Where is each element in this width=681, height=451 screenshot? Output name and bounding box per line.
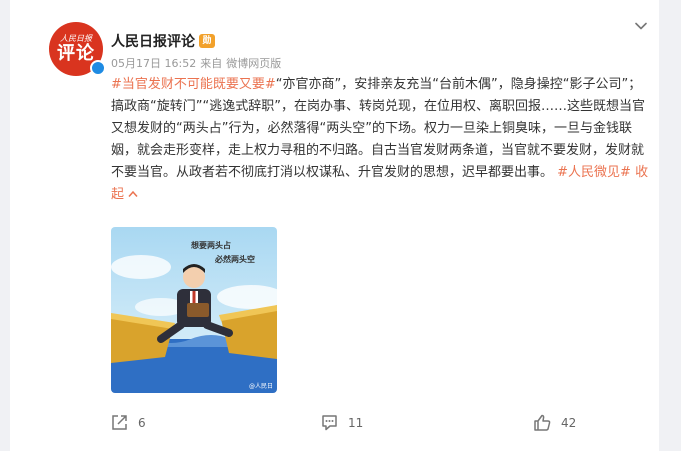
verified-badge-icon <box>90 60 106 76</box>
post-image[interactable]: 想要两头占 必然两头空 @人民日 <box>111 227 277 393</box>
author-name[interactable]: 人民日报评论 <box>111 31 195 51</box>
comment-count: 11 <box>348 415 364 430</box>
avatar-big-text: 评论 <box>57 43 95 64</box>
post-date[interactable]: 05月17日 16:52 <box>111 55 196 71</box>
share-count: 6 <box>138 415 146 430</box>
post-source[interactable]: 微博网页版 <box>226 55 281 71</box>
image-caption-2: 必然两头空 <box>215 255 255 264</box>
cartoon-illustration <box>111 227 277 393</box>
weibo-post-card: 人民日报 评论 人民日报评论 勋 05月17日 16:52 来自 微博网页版 #… <box>10 0 659 451</box>
comment-icon <box>322 415 337 431</box>
like-button[interactable]: 42 <box>533 414 576 431</box>
post-meta: 05月17日 16:52 来自 微博网页版 <box>111 55 281 71</box>
thumbs-up-icon <box>534 414 551 431</box>
chevron-down-icon[interactable] <box>633 18 649 34</box>
post-text: #当官发财不可能既要又要#“亦官亦商”，安排亲友充当“台前木偶”，隐身操控“影子… <box>111 74 651 206</box>
like-count: 42 <box>561 415 577 430</box>
share-button[interactable]: 6 <box>111 414 146 431</box>
share-icon <box>112 415 127 430</box>
avatar-small-text: 人民日报 <box>60 34 92 43</box>
action-bar: 6 11 42 <box>10 408 659 438</box>
image-caption-1: 想要两头占 <box>191 241 231 250</box>
author-row: 人民日报评论 勋 <box>111 31 215 51</box>
tail-hashtag-link[interactable]: #人民微见# <box>557 165 631 180</box>
chevron-up-icon <box>128 190 138 197</box>
hashtag-link[interactable]: #当官发财不可能既要又要# <box>111 77 276 92</box>
medal-icon: 勋 <box>199 34 215 48</box>
comment-button[interactable]: 11 <box>321 414 363 431</box>
source-prefix: 来自 <box>200 57 223 70</box>
image-watermark: @人民日 <box>249 383 274 390</box>
